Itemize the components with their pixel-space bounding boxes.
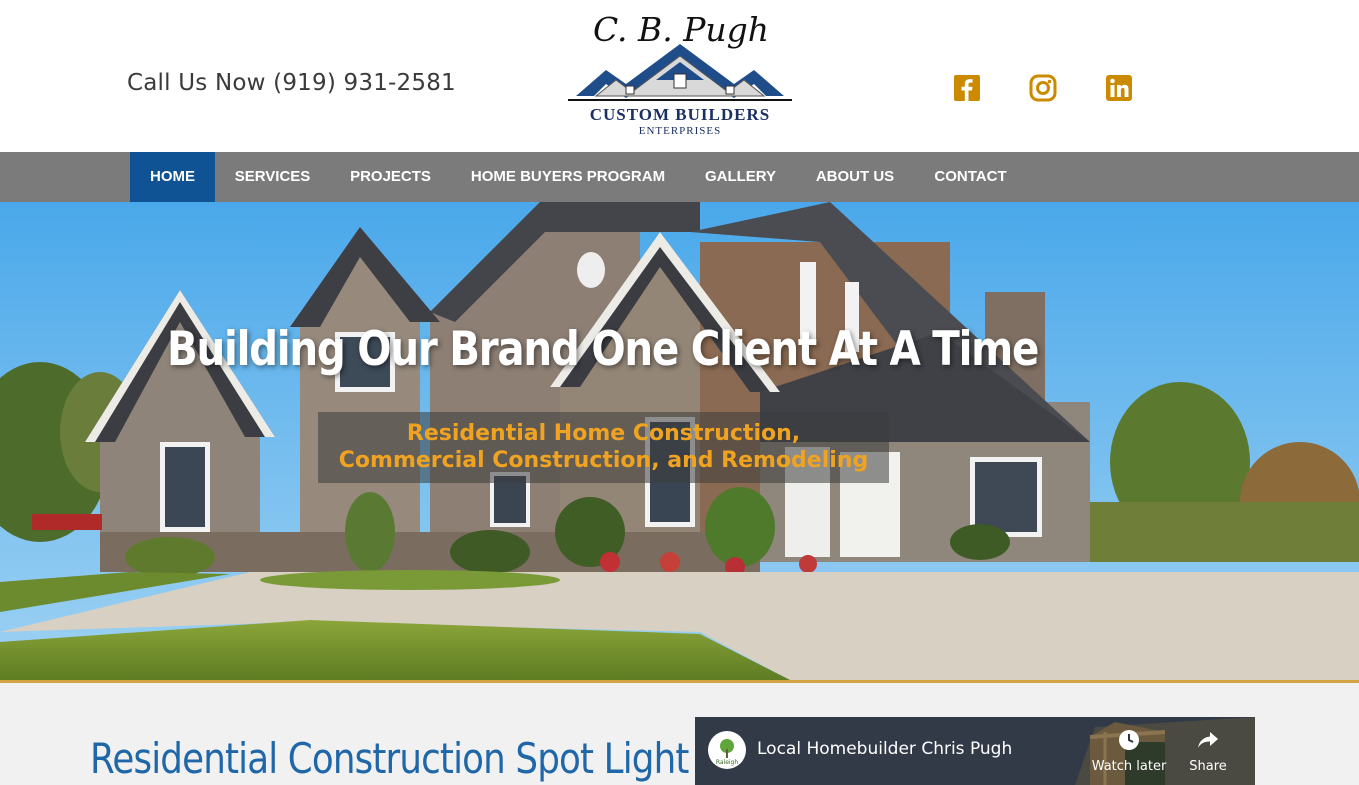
nav-item-projects[interactable]: PROJECTS [330, 152, 451, 202]
facebook-icon [954, 75, 980, 101]
instagram-link[interactable] [1029, 74, 1057, 102]
video-title[interactable]: Local Homebuilder Chris Pugh [757, 739, 1012, 759]
hero-subtitle-line-1: Residential Home Construction, [406, 421, 801, 446]
hero-title: Building Our Brand One Client At A Time [167, 322, 1039, 377]
facebook-link[interactable] [953, 74, 981, 102]
instagram-icon [1029, 74, 1057, 102]
spotlight-heading: Residential Construction Spot Light [90, 734, 689, 783]
nav-item-home[interactable]: HOME [130, 152, 215, 202]
linkedin-link[interactable] [1105, 74, 1133, 102]
nav-item-contact[interactable]: CONTACT [914, 152, 1027, 202]
logo-company-name: CUSTOM BUILDERS [589, 105, 771, 124]
hero-subtitle-line-2: Commercial Construction, and Remodeling [338, 448, 869, 473]
logo-house-roofline [568, 44, 792, 101]
channel-avatar[interactable]: Raleigh [708, 731, 746, 769]
nav-item-home-buyers-program[interactable]: HOME BUYERS PROGRAM [451, 152, 685, 202]
hero-bottom-border [0, 680, 1359, 683]
main-navigation: HOME SERVICES PROJECTS HOME BUYERS PROGR… [0, 152, 1359, 202]
site-header: Call Us Now (919) 931-2581 C. B. Pugh CU… [0, 0, 1359, 152]
channel-badge-text: Raleigh [716, 759, 739, 766]
site-logo[interactable]: C. B. Pugh CUSTOM BUILDERS ENTERPRISES [566, 10, 794, 140]
share-label: Share [1189, 759, 1227, 774]
youtube-video-embed[interactable]: Raleigh Local Homebuilder Chris Pugh Wat… [695, 717, 1255, 785]
linkedin-icon [1106, 75, 1132, 101]
logo-company-subtitle: ENTERPRISES [638, 125, 722, 137]
nav-item-about-us[interactable]: ABOUT US [796, 152, 914, 202]
clock-icon [1119, 730, 1139, 750]
share-button[interactable]: Share [1168, 729, 1248, 774]
hero-subtitle: Residential Home Construction, Commercia… [318, 420, 889, 474]
call-us-phone[interactable]: Call Us Now (919) 931-2581 [127, 70, 456, 96]
share-arrow-icon [1198, 732, 1218, 748]
watch-later-button[interactable]: Watch later [1089, 729, 1169, 774]
nav-item-gallery[interactable]: GALLERY [685, 152, 796, 202]
nav-item-services[interactable]: SERVICES [215, 152, 330, 202]
tree-icon: Raleigh [716, 739, 739, 766]
watch-later-label: Watch later [1091, 759, 1167, 774]
